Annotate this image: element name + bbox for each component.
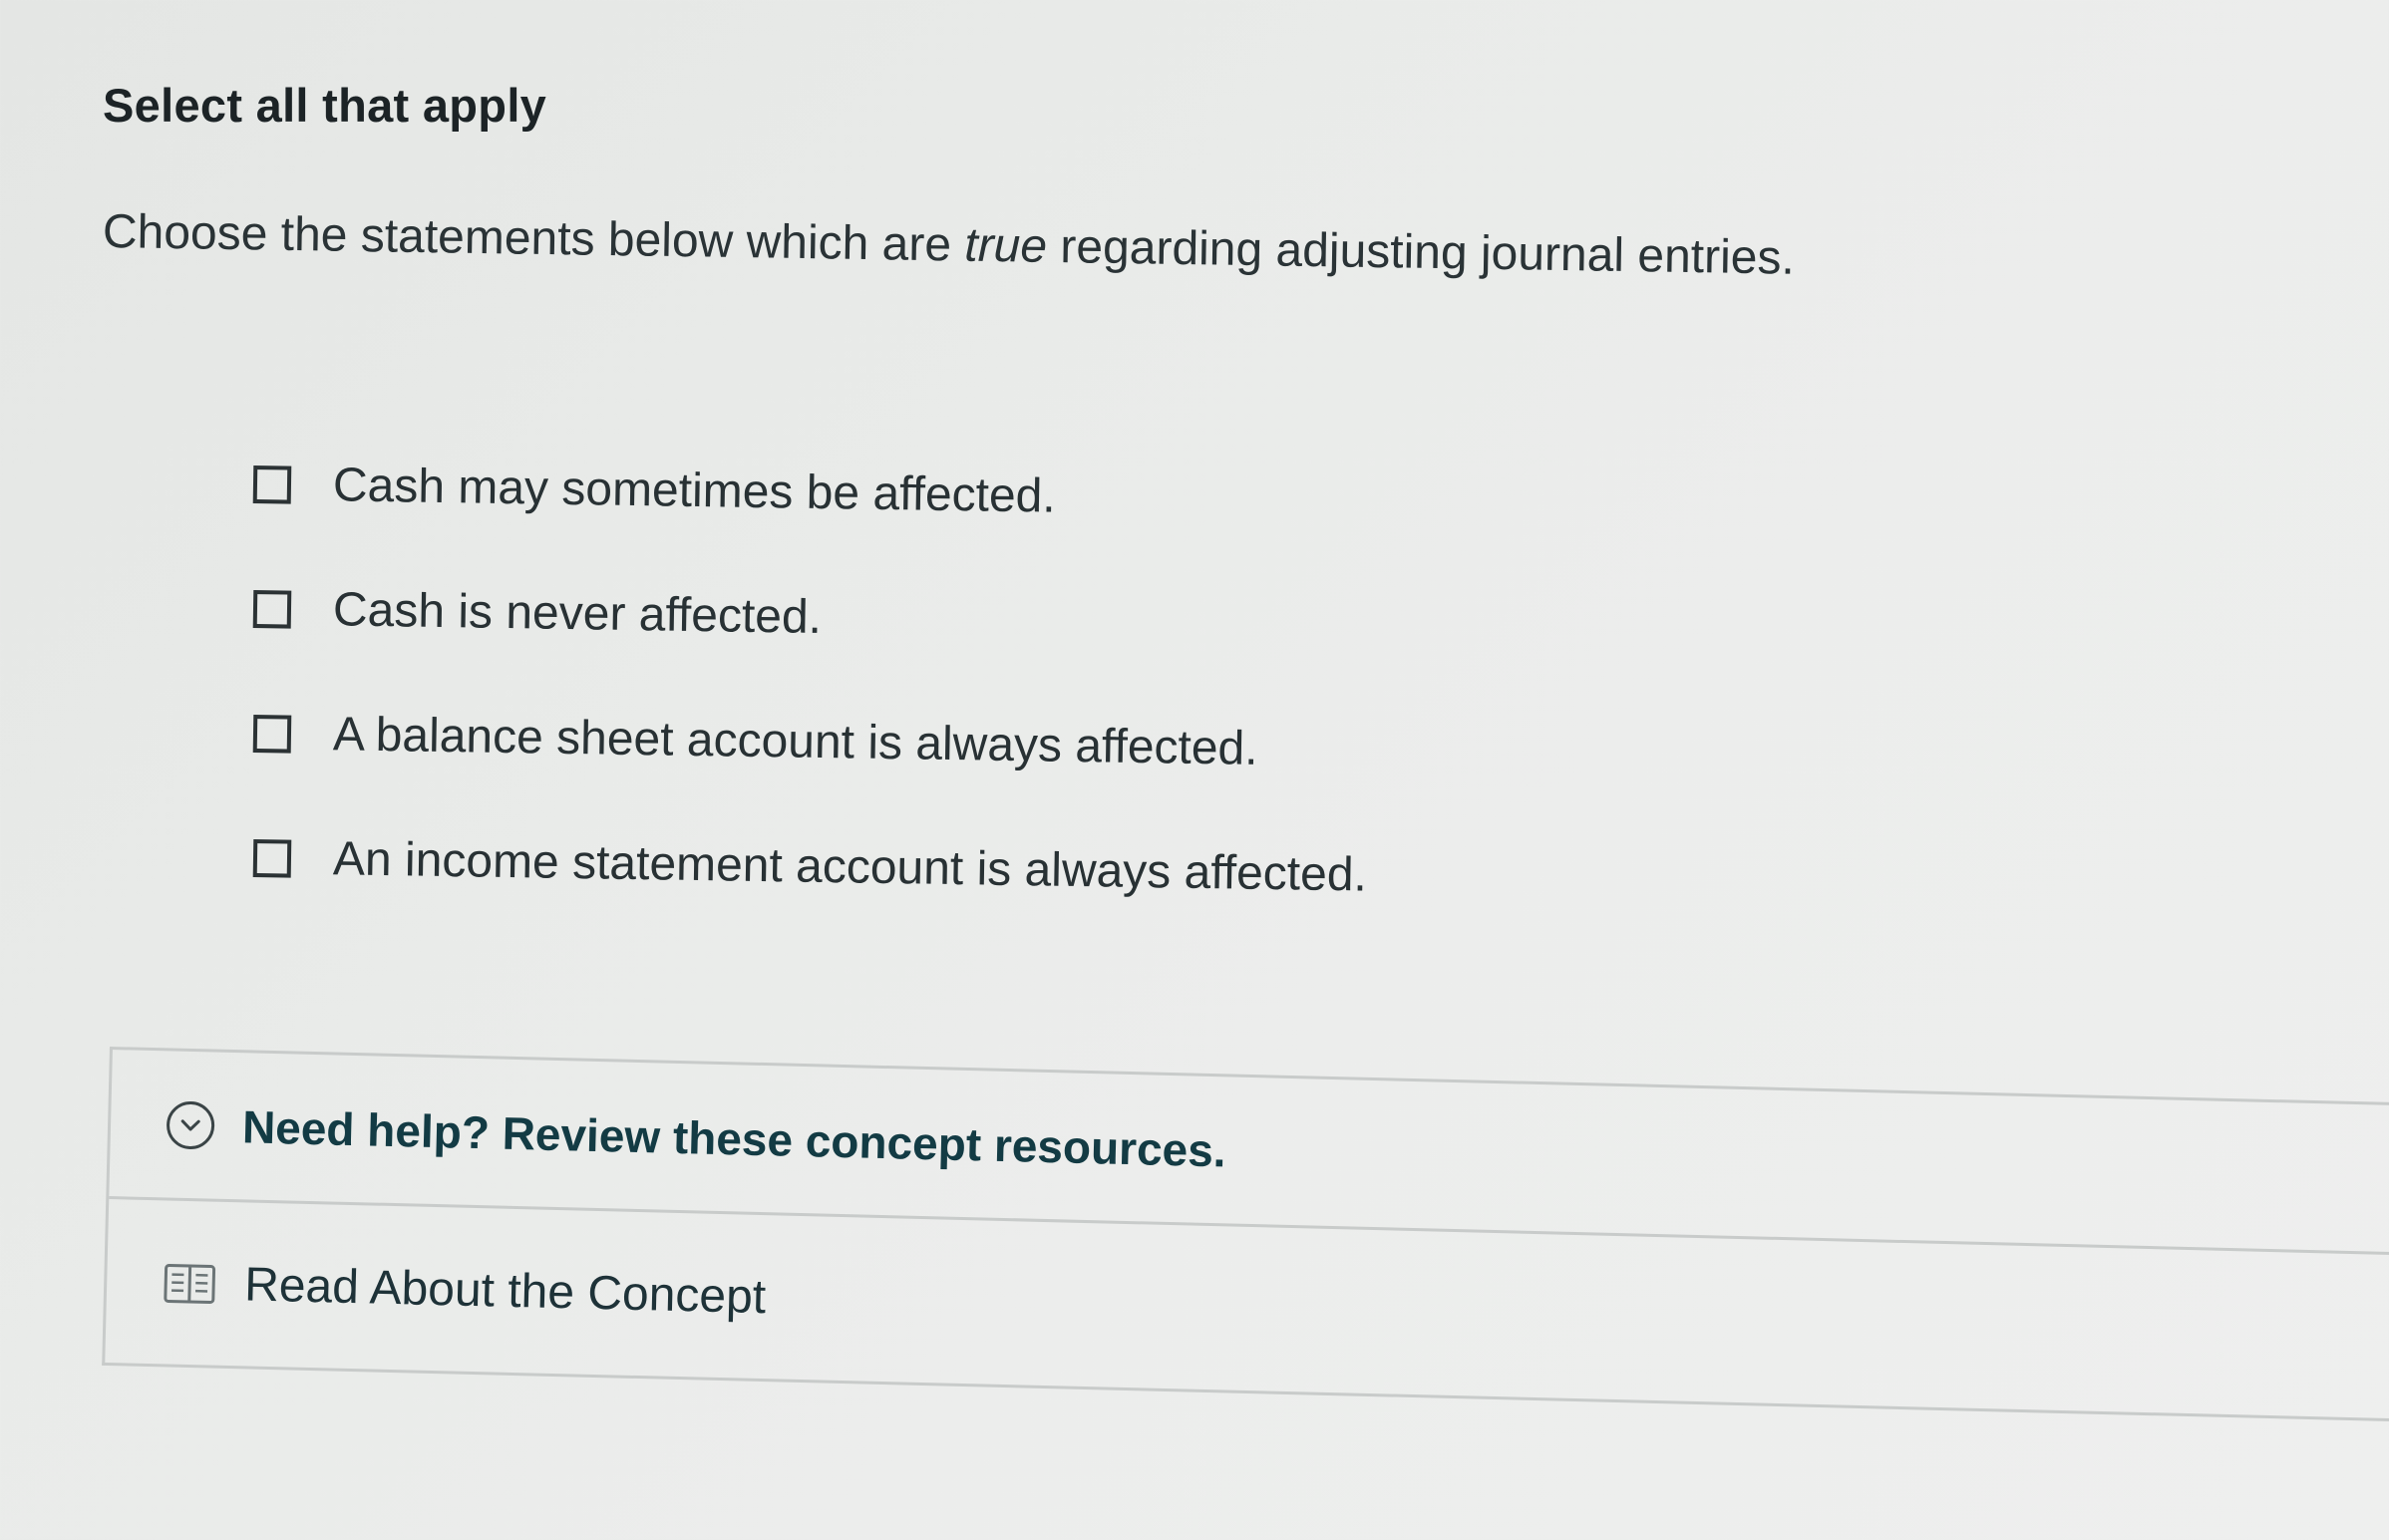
question-page: Select all that apply Choose the stateme…	[0, 0, 2389, 1540]
question-text: Choose the statements below which are tr…	[103, 204, 1796, 286]
checkbox-4[interactable]	[252, 838, 292, 878]
concept-resources-title: Need help? Review these concept resource…	[241, 1099, 1227, 1176]
book-icon	[163, 1261, 217, 1306]
chevron-down-icon	[180, 1118, 200, 1131]
answer-option-1[interactable]: Cash may sometimes be affected.	[252, 457, 1057, 524]
concept-resources-panel: Need help? Review these concept resource…	[102, 1047, 2389, 1422]
answer-option-2[interactable]: Cash is never affected.	[252, 581, 823, 645]
checkbox-2[interactable]	[252, 589, 292, 629]
option-label-3: A balance sheet account is always affect…	[332, 708, 1258, 775]
answer-option-3[interactable]: A balance sheet account is always affect…	[252, 706, 1258, 776]
checkbox-1[interactable]	[252, 464, 292, 504]
checkbox-3[interactable]	[252, 714, 292, 754]
option-label-2: Cash is never affected.	[332, 583, 823, 644]
answer-option-4[interactable]: An income statement account is always af…	[252, 830, 1368, 903]
chevron-down-circle-icon[interactable]	[166, 1099, 215, 1150]
question-text-emphasis: true	[963, 218, 1048, 273]
question-text-after: regarding adjusting journal entries.	[1046, 219, 1796, 285]
option-label-1: Cash may sometimes be affected.	[332, 459, 1057, 523]
read-about-concept-label: Read About the Concept	[243, 1258, 767, 1325]
option-label-4: An income statement account is always af…	[332, 832, 1368, 902]
question-text-before: Choose the statements below which are	[102, 205, 965, 272]
prompt-type-heading: Select all that apply	[103, 79, 547, 132]
